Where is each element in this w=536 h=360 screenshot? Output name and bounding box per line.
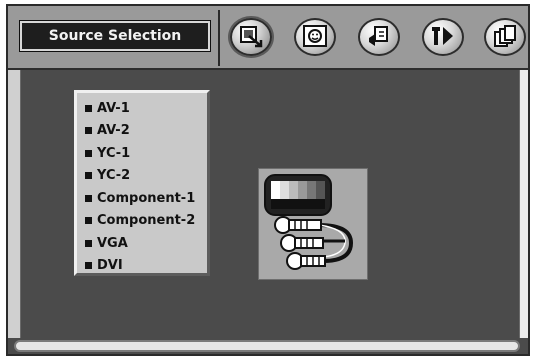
setup-icon — [432, 27, 453, 45]
source-list: AV-1 AV-2 YC-1 YC-2 Component-1 Componen… — [74, 90, 210, 276]
source-item-av1[interactable]: AV-1 — [77, 97, 207, 120]
bullet-icon — [85, 262, 92, 270]
source-item-yc2[interactable]: YC-2 — [77, 165, 207, 188]
osd-menu-window: Source Selection AV-1 AV-2 YC-1 YC-2 Com… — [6, 4, 530, 356]
bullet-icon — [85, 239, 92, 247]
bullet-icon — [85, 104, 92, 112]
utility-icon — [494, 25, 516, 47]
right-edge-strip — [519, 70, 528, 338]
setup-menu-button[interactable] — [422, 18, 464, 56]
picture-icon — [303, 25, 327, 47]
source-item-component1[interactable]: Component-1 — [77, 187, 207, 210]
source-label: Component-1 — [97, 190, 196, 206]
header-divider — [218, 10, 220, 66]
bullet-icon — [85, 217, 92, 225]
source-label: AV-1 — [97, 100, 130, 116]
source-item-component2[interactable]: Component-2 — [77, 210, 207, 233]
bullet-icon — [85, 127, 92, 135]
source-menu-button[interactable] — [230, 18, 272, 56]
source-label: YC-2 — [97, 168, 131, 184]
bullet-icon — [85, 194, 92, 202]
source-label: VGA — [97, 235, 128, 251]
source-item-av2[interactable]: AV-2 — [77, 120, 207, 143]
av-connector-icon — [258, 168, 368, 280]
menu-title: Source Selection — [19, 20, 211, 52]
source-label: YC-1 — [97, 145, 131, 161]
source-item-yc1[interactable]: YC-1 — [77, 142, 207, 165]
source-select-icon — [240, 26, 263, 48]
source-label: DVI — [97, 258, 123, 274]
audio-icon — [369, 26, 388, 46]
menu-title-text: Source Selection — [48, 28, 182, 44]
bullet-icon — [85, 172, 92, 180]
source-label: AV-2 — [97, 123, 130, 139]
bullet-icon — [85, 149, 92, 157]
audio-menu-button[interactable] — [358, 18, 400, 56]
source-item-vga[interactable]: VGA — [77, 232, 207, 255]
picture-menu-button[interactable] — [294, 18, 336, 56]
bottom-status-bar — [14, 340, 520, 352]
source-label: Component-2 — [97, 213, 196, 229]
left-edge-strip — [8, 70, 21, 338]
utility-menu-button[interactable] — [484, 18, 526, 56]
source-item-dvi[interactable]: DVI — [77, 255, 207, 278]
menu-header: Source Selection — [8, 6, 528, 70]
